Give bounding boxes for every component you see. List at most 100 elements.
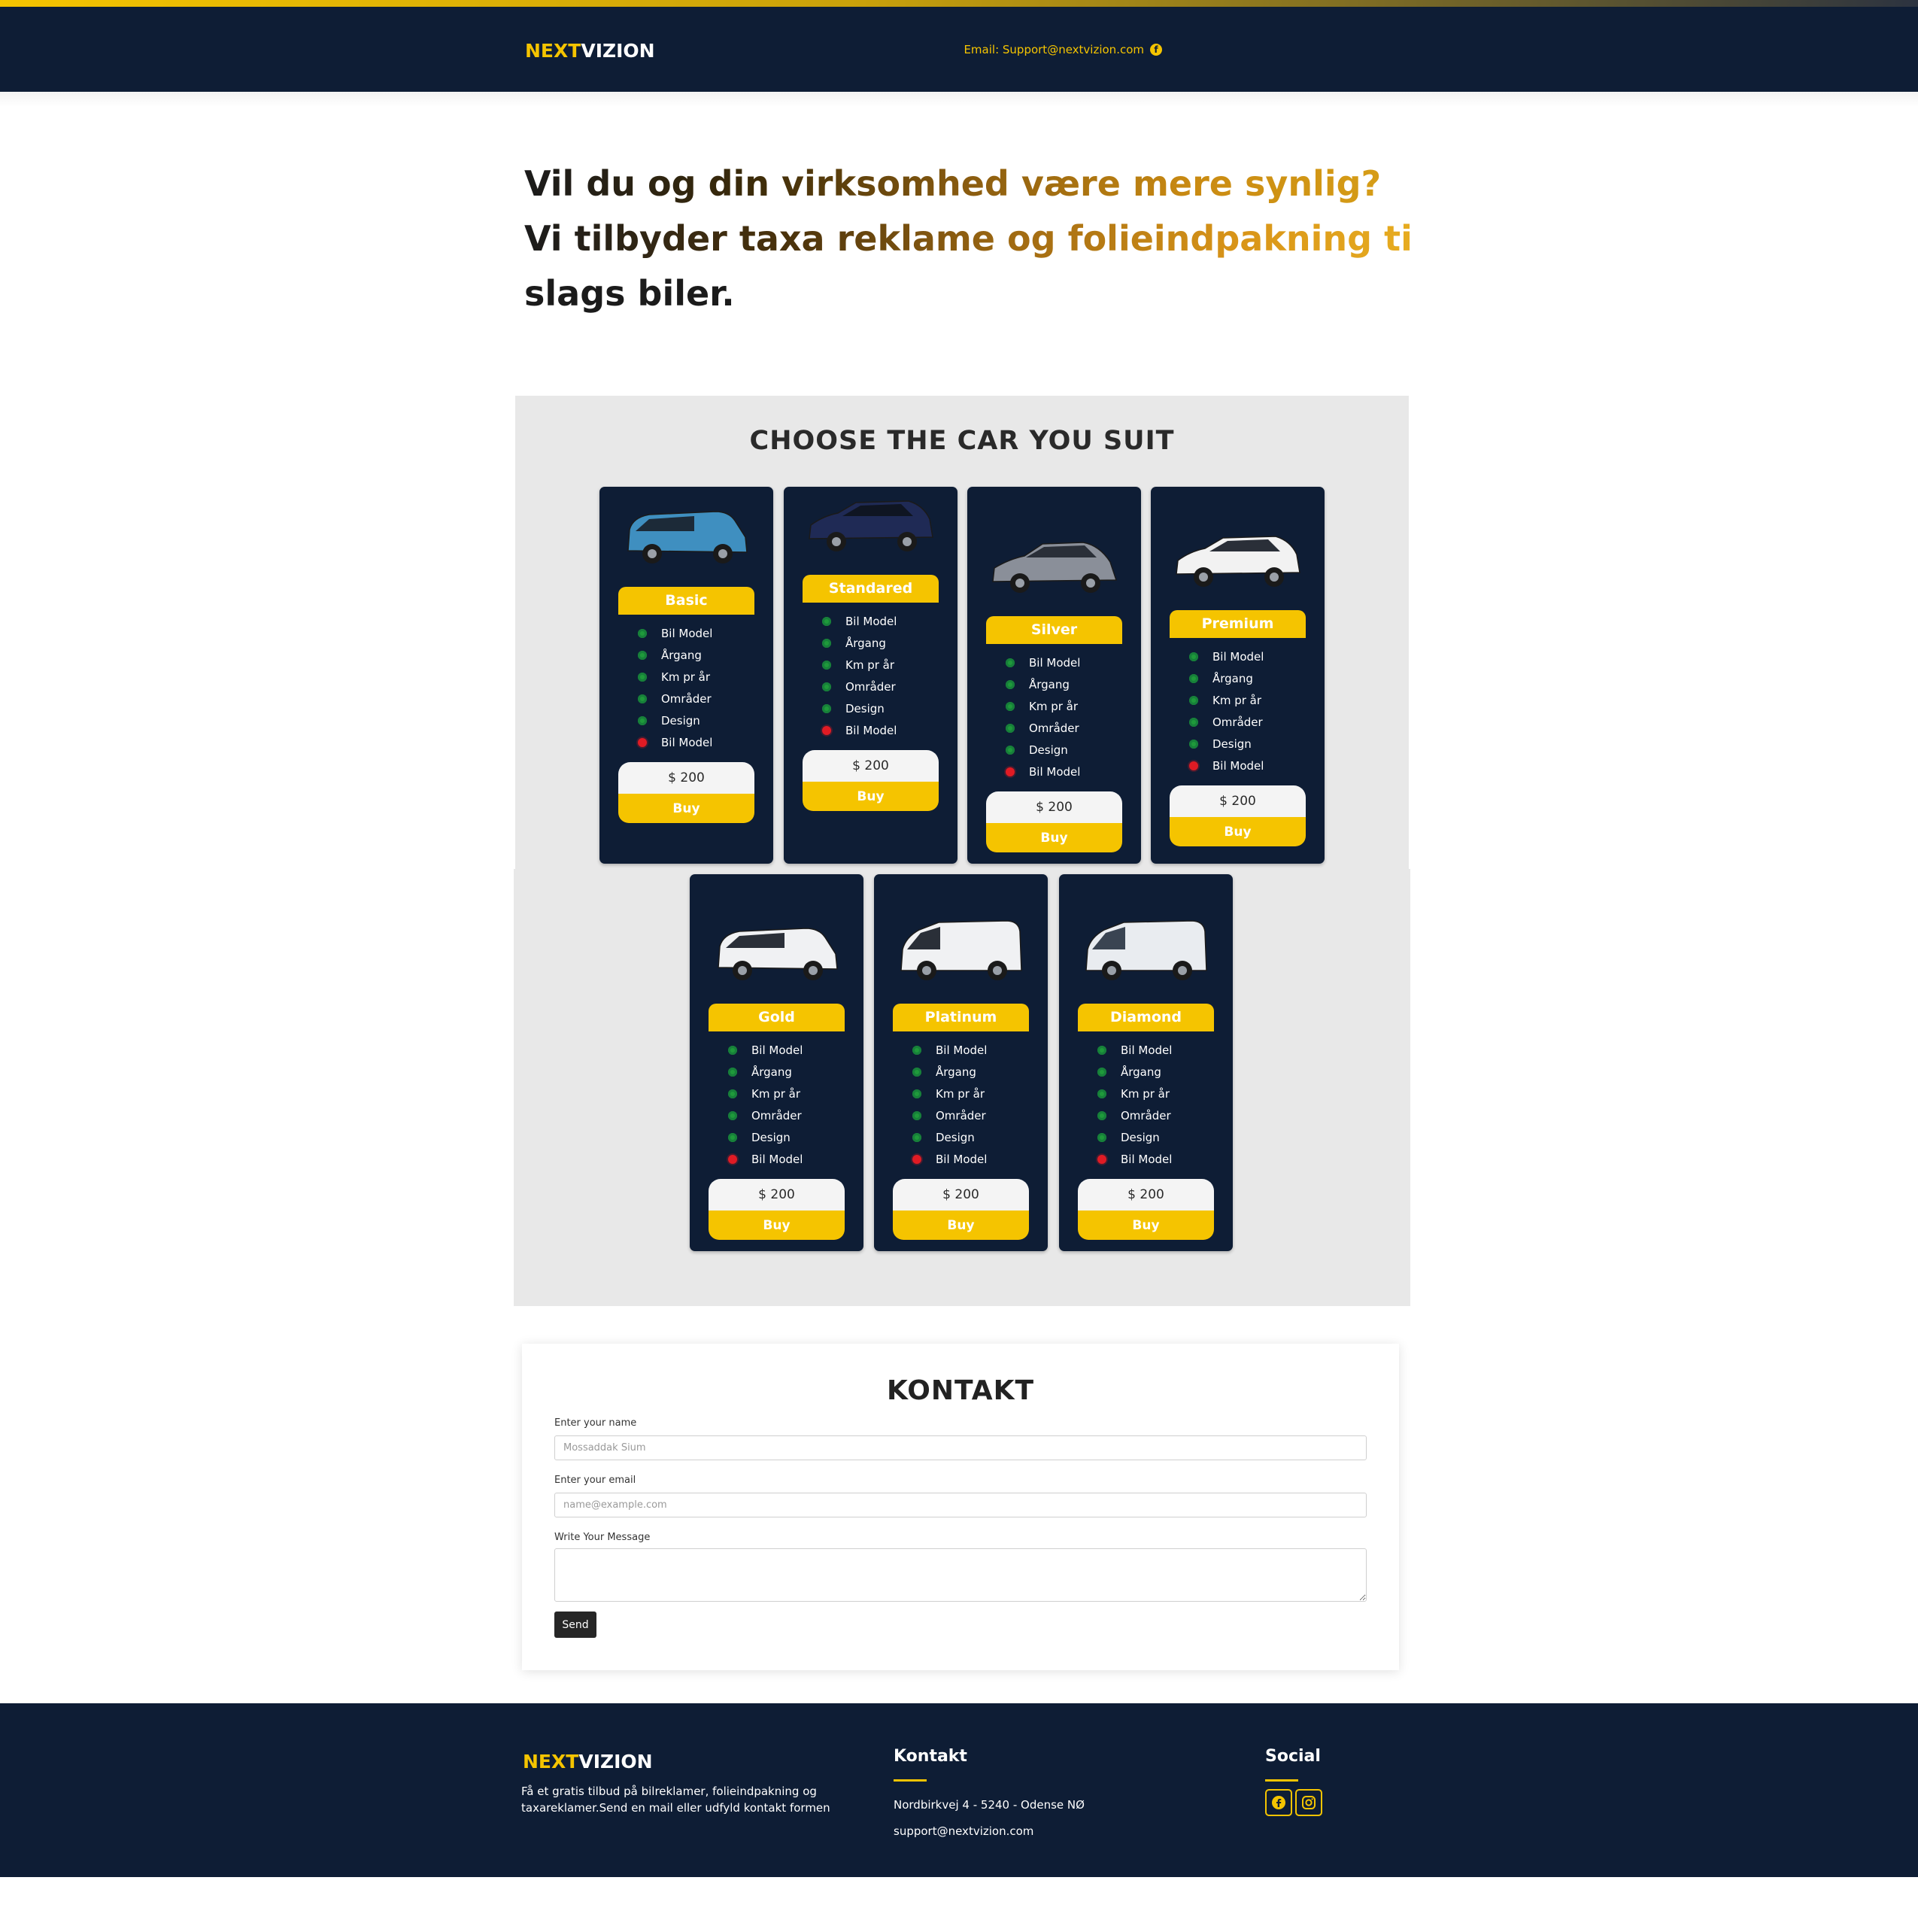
- feature-item: Km pr år: [1097, 1083, 1172, 1104]
- check-icon: [822, 638, 831, 648]
- check-icon: [728, 1067, 737, 1077]
- footer-contact-underline: [894, 1779, 927, 1782]
- plan-name: Gold: [709, 1004, 845, 1031]
- car-image: [599, 498, 773, 573]
- feature-item: Design: [1006, 739, 1080, 761]
- buy-button[interactable]: Buy: [986, 823, 1122, 852]
- feature-item: Bil Model: [638, 731, 712, 753]
- plan-name: Diamond: [1078, 1004, 1214, 1031]
- feature-item: Design: [912, 1126, 987, 1148]
- feature-text: Km pr år: [845, 658, 895, 672]
- feature-text: Bil Model: [845, 614, 897, 628]
- check-icon: [638, 694, 647, 703]
- header-email-text[interactable]: Email: Support@nextvizion.com: [964, 43, 1144, 56]
- feature-item: Områder: [1006, 717, 1080, 739]
- feature-item: Km pr år: [912, 1083, 987, 1104]
- feature-text: Design: [751, 1130, 791, 1144]
- cross-icon: [1006, 767, 1015, 776]
- feature-text: Områder: [845, 679, 896, 694]
- feature-text: Årgang: [661, 648, 702, 662]
- feature-text: Bil Model: [751, 1043, 803, 1057]
- feature-text: Design: [845, 701, 885, 715]
- cross-icon: [638, 737, 647, 747]
- feature-text: Bil Model: [936, 1043, 988, 1057]
- footer-email[interactable]: support@nextvizion.com: [894, 1824, 1033, 1838]
- facebook-icon[interactable]: f: [1150, 44, 1162, 56]
- feature-list: Bil Model Årgang Km pr år Områder Design Bil …: [728, 1039, 803, 1170]
- buy-button[interactable]: Buy: [709, 1211, 845, 1240]
- header-email[interactable]: Email: Support@nextvizion.com f: [964, 43, 1162, 56]
- feature-text: Årgang: [1212, 671, 1253, 685]
- buy-button[interactable]: Buy: [618, 794, 754, 823]
- check-icon: [1189, 673, 1198, 683]
- feature-item: Km pr år: [728, 1083, 803, 1104]
- check-icon: [912, 1089, 921, 1098]
- feature-text: Bil Model: [661, 626, 713, 640]
- check-icon: [1097, 1110, 1106, 1120]
- send-button[interactable]: Send: [554, 1612, 596, 1638]
- instagram-link[interactable]: [1295, 1789, 1322, 1816]
- buy-button[interactable]: Buy: [893, 1211, 1029, 1240]
- feature-item: Bil Model: [1097, 1148, 1172, 1170]
- car-image: [967, 527, 1141, 603]
- footer-contact-title: Kontakt: [894, 1747, 967, 1766]
- plan-price: $ 200: [803, 750, 939, 782]
- cross-icon: [822, 725, 831, 735]
- pricing-card-diamond: Diamond Bil Model Årgang Km pr år Områder Des…: [1059, 874, 1233, 1251]
- feature-item: Bil Model: [822, 719, 897, 741]
- feature-item: Områder: [638, 688, 712, 709]
- hero-heading: Vil du og din virksomhed være mere synli…: [524, 156, 1507, 321]
- footer-description: Få et gratis tilbud på bilreklamer, foli…: [521, 1785, 830, 1815]
- feature-text: Årgang: [1029, 677, 1070, 691]
- feature-list: Bil Model Årgang Km pr år Områder Design Bil …: [638, 622, 712, 753]
- feature-text: Km pr år: [1212, 693, 1262, 707]
- check-icon: [638, 672, 647, 682]
- feature-item: Årgang: [728, 1061, 803, 1083]
- feature-text: Bil Model: [1121, 1152, 1173, 1166]
- contact-form: KONTAKT Enter your name Enter your email…: [522, 1344, 1399, 1670]
- cross-icon: [1097, 1154, 1106, 1164]
- feature-item: Bil Model: [1006, 652, 1080, 673]
- email-input[interactable]: [554, 1493, 1367, 1517]
- feature-item: Design: [638, 709, 712, 731]
- footer-logo[interactable]: NEXTVIZION: [523, 1751, 653, 1773]
- buy-button[interactable]: Buy: [1170, 817, 1306, 846]
- feature-text: Bil Model: [1212, 649, 1264, 664]
- name-input[interactable]: [554, 1435, 1367, 1460]
- feature-text: Bil Model: [845, 723, 897, 737]
- feature-item: Bil Model: [728, 1148, 803, 1170]
- feature-item: Årgang: [1189, 667, 1264, 689]
- feature-item: Årgang: [1006, 673, 1080, 695]
- pricing-title: CHOOSE THE CAR YOU SUIT: [749, 426, 1175, 456]
- plan-name: Platinum: [893, 1004, 1029, 1031]
- feature-item: Bil Model: [638, 622, 712, 644]
- feature-item: Bil Model: [1189, 755, 1264, 776]
- feature-text: Bil Model: [1029, 655, 1081, 670]
- plan-price: $ 200: [1170, 785, 1306, 817]
- header-logo[interactable]: NEXTVIZION: [525, 40, 655, 62]
- facebook-link[interactable]: [1265, 1789, 1292, 1816]
- check-icon: [1097, 1045, 1106, 1055]
- plan-name: Standared: [803, 575, 939, 603]
- check-icon: [1189, 739, 1198, 749]
- buy-button[interactable]: Buy: [803, 782, 939, 811]
- feature-item: Km pr år: [1189, 689, 1264, 711]
- check-icon: [1006, 658, 1015, 667]
- feature-item: Årgang: [1097, 1061, 1172, 1083]
- car-image: [1059, 915, 1233, 990]
- plan-price: $ 200: [893, 1179, 1029, 1211]
- pricing-card-silver: Silver Bil Model Årgang Km pr år Områder Desi…: [967, 487, 1141, 864]
- buy-button[interactable]: Buy: [1078, 1211, 1214, 1240]
- message-textarea[interactable]: [554, 1548, 1367, 1602]
- white-minibus-icon: [1085, 920, 1207, 980]
- top-accent-line: [0, 0, 1918, 7]
- instagram-icon: [1302, 1796, 1316, 1809]
- feature-list: Bil Model Årgang Km pr år Områder Design Bil …: [912, 1039, 987, 1170]
- check-icon: [822, 703, 831, 713]
- check-icon: [1097, 1067, 1106, 1077]
- contact-title: KONTAKT: [886, 1375, 1035, 1406]
- footer-social-title: Social: [1265, 1747, 1321, 1766]
- car-image: [874, 915, 1048, 990]
- check-icon: [822, 616, 831, 626]
- white-van-icon: [717, 928, 838, 980]
